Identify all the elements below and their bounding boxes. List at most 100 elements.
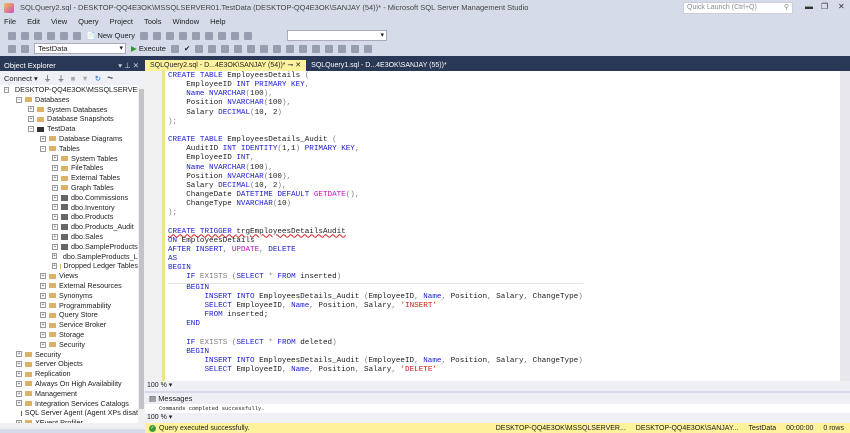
tree-node[interactable]: + Programmability	[0, 301, 138, 311]
messages-tab[interactable]: ▤ Messages	[145, 393, 850, 404]
tree-node[interactable]: + dbo.Sales	[0, 232, 138, 242]
tree-node[interactable]: + Views	[0, 271, 138, 281]
tree-node[interactable]: + dbo.Inventory	[0, 203, 138, 213]
minimize-button[interactable]: ▬	[805, 2, 813, 11]
cut-icon[interactable]	[191, 31, 200, 40]
expand-icon[interactable]: +	[52, 194, 58, 201]
comment-icon[interactable]	[338, 44, 347, 53]
menu-edit[interactable]: Edit	[27, 17, 40, 26]
expand-icon[interactable]: +	[52, 233, 58, 240]
expand-icon[interactable]: +	[16, 371, 22, 377]
filter-icon[interactable]: ▼	[81, 74, 88, 83]
expand-icon[interactable]: +	[52, 184, 58, 191]
expand-icon[interactable]: +	[28, 106, 34, 113]
disconnect-icon[interactable]: ⏚	[57, 73, 65, 84]
paste-icon[interactable]	[217, 31, 226, 40]
collapse-icon[interactable]: −	[16, 96, 22, 103]
tree-node[interactable]: + dbo.SampleProducts_Log	[0, 252, 138, 262]
tree-node[interactable]: + Security	[0, 350, 138, 360]
tree-node[interactable]: + Synonyms	[0, 291, 138, 301]
expand-icon[interactable]: +	[52, 263, 57, 270]
quick-launch-input[interactable]: Quick Launch (Ctrl+Q) ⚲	[683, 2, 793, 14]
collapse-icon[interactable]: −	[28, 126, 34, 133]
query-editor[interactable]: CREATE TABLE EmployeesDetails ( Employee…	[145, 71, 840, 381]
expand-icon[interactable]: +	[52, 155, 58, 162]
redo-icon[interactable]	[243, 31, 252, 40]
close-tab-icon[interactable]: ✕	[295, 62, 301, 69]
menu-view[interactable]: View	[51, 17, 67, 26]
save-all-icon[interactable]	[73, 31, 81, 40]
expand-icon[interactable]: +	[40, 322, 46, 329]
tree-node[interactable]: + Service Broker	[0, 320, 138, 330]
expand-icon[interactable]: +	[40, 135, 46, 142]
tree-node[interactable]: + Always On High Availability	[0, 379, 138, 389]
collapse-icon[interactable]: −	[4, 86, 9, 93]
menu-file[interactable]: File	[4, 17, 16, 26]
expand-icon[interactable]: +	[16, 351, 22, 358]
tree-node[interactable]: + FileTables	[0, 163, 138, 173]
database-dropdown[interactable]: TestData	[34, 43, 126, 54]
parse-icon[interactable]: ✔	[184, 44, 190, 53]
collapse-icon[interactable]: −	[40, 145, 46, 152]
tree-node[interactable]: + External Resources	[0, 281, 138, 291]
tree-node[interactable]: + Management	[0, 389, 138, 399]
expand-icon[interactable]: +	[40, 302, 46, 309]
uncomment-icon[interactable]	[351, 44, 360, 53]
menu-query[interactable]: Query	[78, 17, 98, 26]
expand-icon[interactable]: +	[52, 175, 58, 182]
tree-node[interactable]: + Storage	[0, 330, 138, 340]
expand-icon[interactable]: +	[28, 116, 34, 123]
expand-icon[interactable]: +	[52, 214, 58, 221]
tab-sqlquery2[interactable]: SQLQuery2.sql - D...4E3OK\SANJAY (54))* …	[145, 60, 307, 71]
menu-project[interactable]: Project	[110, 17, 133, 26]
tree-node[interactable]: + Replication	[0, 369, 138, 379]
tree-node[interactable]: − DESKTOP-QQ4E3OK\MSSQLSERVER0	[0, 85, 138, 95]
execute-button[interactable]: ▶ Execute	[131, 44, 166, 53]
tree-node[interactable]: + Security	[0, 340, 138, 350]
editor-scrollbar[interactable]	[840, 71, 850, 381]
pin-icon[interactable]: ⊸	[287, 62, 293, 69]
expand-icon[interactable]: +	[40, 312, 46, 319]
expand-icon[interactable]: +	[52, 253, 57, 260]
tree-node[interactable]: − TestData	[0, 124, 138, 134]
tree-node[interactable]: + System Databases	[0, 105, 138, 115]
expand-icon[interactable]: +	[40, 282, 46, 289]
expand-icon[interactable]: +	[52, 224, 58, 231]
expand-icon[interactable]: +	[40, 341, 46, 348]
tree-node[interactable]: + dbo.Products	[0, 212, 138, 222]
forward-icon[interactable]	[21, 31, 29, 40]
new-project-icon[interactable]	[34, 31, 42, 40]
stop-icon[interactable]	[170, 44, 179, 53]
tree-node[interactable]: + Integration Services Catalogs	[0, 399, 138, 409]
expand-icon[interactable]: +	[16, 400, 22, 407]
connect-plug-icon[interactable]: ⏚	[44, 73, 52, 84]
close-button[interactable]: ✕	[838, 2, 845, 11]
expand-icon[interactable]: +	[52, 243, 58, 250]
scroll-thumb[interactable]	[139, 89, 144, 409]
pin-icon[interactable]: ▾ ⊥ ✕	[118, 60, 139, 71]
tree-node[interactable]: − Databases	[0, 95, 138, 105]
back-icon[interactable]	[8, 31, 16, 40]
solution-config-dropdown[interactable]	[286, 30, 387, 41]
tree-node[interactable]: + Dropped Ledger Tables	[0, 261, 138, 271]
expand-icon[interactable]: +	[40, 273, 46, 280]
tree-node[interactable]: + System Tables	[0, 154, 138, 164]
results-zoom-dropdown[interactable]: 100 %	[147, 414, 167, 421]
tree-node[interactable]: + dbo.SampleProducts	[0, 242, 138, 252]
menu-help[interactable]: Help	[210, 17, 225, 26]
expand-icon[interactable]: +	[16, 390, 22, 397]
undo-icon[interactable]	[230, 31, 239, 40]
copy-icon[interactable]	[204, 31, 213, 40]
expand-icon[interactable]: +	[52, 204, 58, 211]
open-icon[interactable]	[47, 31, 55, 40]
tree-node[interactable]: + Database Snapshots	[0, 114, 138, 124]
refresh-icon[interactable]: ↻	[95, 74, 101, 83]
expand-icon[interactable]: +	[40, 292, 46, 299]
expand-icon[interactable]: +	[16, 380, 22, 387]
expand-icon[interactable]: +	[52, 165, 58, 172]
tree-node[interactable]: SQL Server Agent (Agent XPs disat	[0, 408, 138, 418]
sql-code[interactable]: CREATE TABLE EmployeesDetails ( Employee…	[168, 72, 583, 375]
tree-node[interactable]: + Database Diagrams	[0, 134, 138, 144]
connect-button[interactable]: Connect ▾	[4, 74, 38, 83]
stop-icon[interactable]: ■	[71, 74, 76, 83]
